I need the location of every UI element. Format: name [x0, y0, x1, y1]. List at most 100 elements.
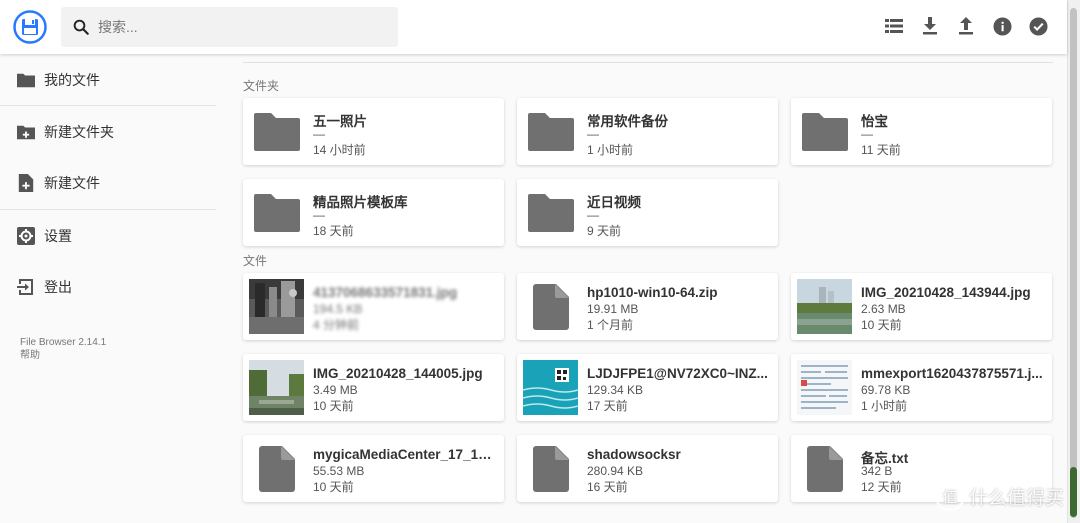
image-thumbnail: [797, 279, 852, 334]
sidebar-item-label: 登出: [44, 279, 72, 295]
file-card[interactable]: hp1010-win10-64.zip 19.91 MB 1 个月前: [517, 273, 778, 340]
item-size: 3.49 MB: [313, 383, 358, 397]
sidebar-divider: [0, 209, 216, 210]
files-heading: 文件: [243, 254, 268, 268]
item-size: 129.34 KB: [587, 383, 644, 397]
item-size: —: [861, 127, 873, 141]
folder-icon: [523, 185, 578, 240]
item-size: 2.63 MB: [861, 302, 906, 316]
file-icon: [797, 441, 852, 496]
sidebar-item-new-folder[interactable]: 新建文件夹: [0, 107, 216, 157]
divider: [243, 62, 1053, 63]
file-card[interactable]: LJDJFPE1@NV72XC0~INZ... 129.34 KB 17 天前: [517, 354, 778, 421]
logout-icon: [17, 279, 33, 295]
settings-icon: [17, 227, 35, 245]
scrollbar[interactable]: [1067, 0, 1080, 523]
sidebar-item-logout[interactable]: 登出: [0, 262, 216, 312]
item-name: 4137068633571831.jpg: [313, 285, 458, 300]
upload-icon[interactable]: [955, 14, 977, 38]
item-size: 19.91 MB: [587, 302, 639, 316]
item-modified: 1 个月前: [587, 318, 634, 332]
item-size: 194.5 KB: [313, 302, 363, 316]
file-card[interactable]: mygicaMediaCenter_17_1_2... 55.53 MB 10 …: [243, 435, 504, 502]
file-card[interactable]: IMG_20210428_144005.jpg 3.49 MB 10 天前: [243, 354, 504, 421]
folder-card[interactable]: 五一照片 — 14 小时前: [243, 98, 504, 165]
item-name: mmexport1620437875571.j...: [861, 366, 1043, 381]
search-box[interactable]: [61, 7, 398, 47]
item-size: 69.78 KB: [861, 383, 911, 397]
file-icon: [249, 441, 304, 496]
list-view-icon[interactable]: [883, 14, 905, 38]
file-card[interactable]: 4137068633571831.jpg 194.5 KB 4 分钟前: [243, 273, 504, 340]
version-link[interactable]: File Browser 2.14.1: [20, 336, 106, 349]
info-icon[interactable]: [991, 14, 1013, 38]
item-name: 常用软件备份: [587, 114, 668, 129]
select-all-icon[interactable]: [1027, 14, 1049, 38]
item-name: LJDJFPE1@NV72XC0~INZ...: [587, 366, 768, 381]
folder-card[interactable]: 怡宝 — 11 天前: [791, 98, 1052, 165]
folder-card[interactable]: 近日视频 — 9 天前: [517, 179, 778, 246]
sidebar-item-label: 新建文件: [44, 175, 100, 191]
folder-icon: [523, 104, 578, 159]
image-thumbnail: [249, 360, 304, 415]
sidebar-item-new-file[interactable]: 新建文件: [0, 158, 216, 208]
credits: File Browser 2.14.1 帮助: [20, 336, 106, 362]
download-icon[interactable]: [919, 14, 941, 38]
file-icon: [523, 441, 578, 496]
sidebar-item-label: 我的文件: [44, 72, 100, 88]
image-thumbnail: [797, 360, 852, 415]
item-size: —: [587, 208, 599, 222]
item-modified: 9 天前: [587, 224, 622, 238]
item-size: 342 B: [861, 464, 893, 478]
item-modified: 11 天前: [861, 143, 901, 157]
scrollbar-thumb[interactable]: [1070, 8, 1077, 518]
image-thumbnail: [249, 279, 304, 334]
app-logo[interactable]: [13, 10, 47, 44]
item-modified: 1 小时前: [861, 399, 908, 413]
folder-icon: [249, 104, 304, 159]
item-modified: 14 小时前: [313, 143, 366, 157]
item-size: —: [587, 127, 599, 141]
folder-card[interactable]: 常用软件备份 — 1 小时前: [517, 98, 778, 165]
scrollbar-accent: [1070, 467, 1077, 517]
item-name: hp1010-win10-64.zip: [587, 285, 718, 300]
sidebar-item-label: 设置: [44, 228, 72, 244]
file-card[interactable]: IMG_20210428_143944.jpg 2.63 MB 10 天前: [791, 273, 1052, 340]
watermark-text: 什么值得买: [968, 487, 1064, 509]
file-icon: [523, 279, 578, 334]
new-folder-icon: [17, 125, 35, 140]
sidebar-divider: [0, 105, 216, 106]
top-bar: [0, 0, 1067, 54]
item-name: 精品照片模板库: [313, 195, 408, 210]
file-card[interactable]: shadowsocksr 280.94 KB 16 天前: [517, 435, 778, 502]
image-thumbnail: [523, 360, 578, 415]
item-name: IMG_20210428_143944.jpg: [861, 285, 1031, 300]
folder-icon: [17, 73, 35, 88]
item-size: 55.53 MB: [313, 464, 365, 478]
sidebar-item-label: 新建文件夹: [44, 124, 114, 140]
sidebar-item-my-files[interactable]: 我的文件: [0, 55, 216, 105]
item-modified: 16 天前: [587, 480, 628, 494]
item-name: mygicaMediaCenter_17_1_2...: [313, 447, 498, 462]
watermark: 值 什么值得买: [934, 481, 1064, 511]
item-size: 280.94 KB: [587, 464, 644, 478]
item-size: —: [313, 127, 325, 141]
item-size: —: [313, 208, 325, 222]
item-name: 五一照片: [313, 114, 367, 129]
sidebar-item-settings[interactable]: 设置: [0, 211, 216, 261]
item-modified: 4 分钟前: [313, 318, 360, 332]
file-card[interactable]: mmexport1620437875571.j... 69.78 KB 1 小时…: [791, 354, 1052, 421]
item-name: shadowsocksr: [587, 447, 681, 462]
item-modified: 10 天前: [313, 399, 354, 413]
item-modified: 12 天前: [861, 480, 902, 494]
item-modified: 18 天前: [313, 224, 354, 238]
item-name: IMG_20210428_144005.jpg: [313, 366, 483, 381]
folder-icon: [797, 104, 852, 159]
item-modified: 10 天前: [861, 318, 902, 332]
help-link[interactable]: 帮助: [20, 349, 106, 362]
toolbar-actions: [883, 14, 1049, 38]
search-input[interactable]: [98, 19, 378, 35]
watermark-logo-icon: 值: [934, 481, 965, 511]
folder-card[interactable]: 精品照片模板库 — 18 天前: [243, 179, 504, 246]
item-name: 怡宝: [861, 114, 888, 129]
